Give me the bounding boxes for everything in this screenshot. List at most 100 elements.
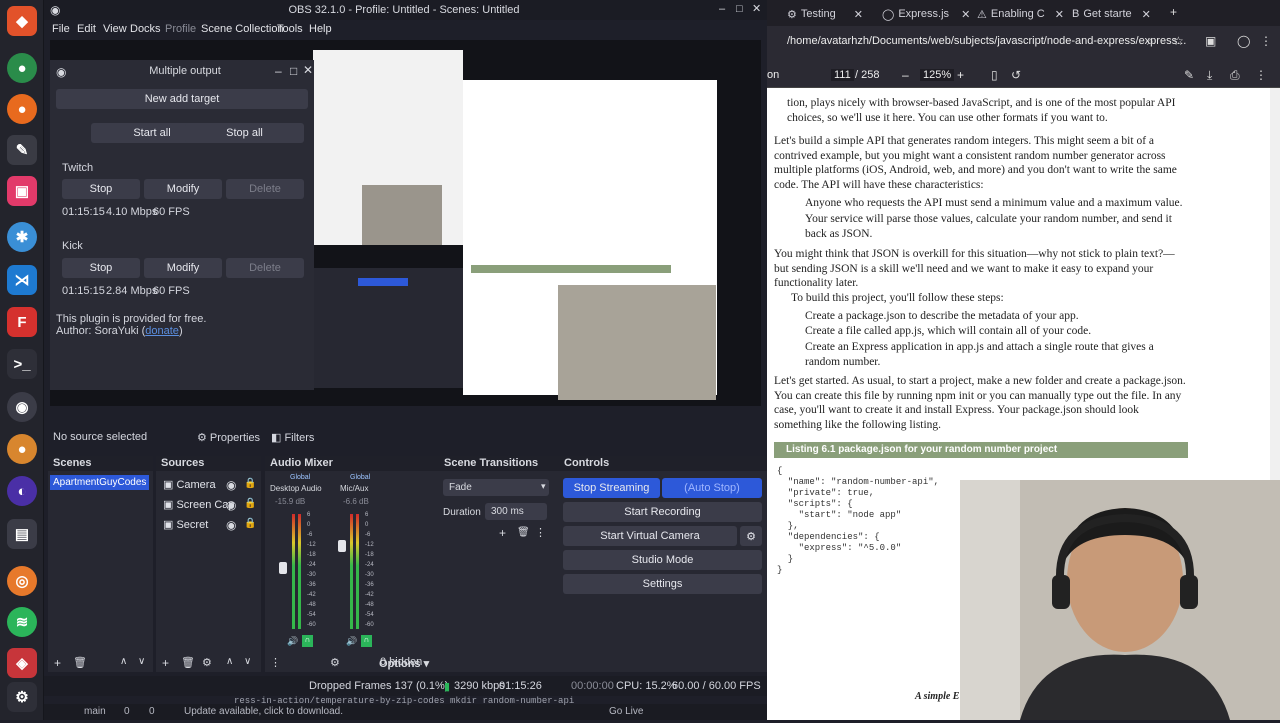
menu-edit[interactable]: Edit: [77, 23, 96, 35]
filters-button[interactable]: ◧ Filters: [271, 431, 314, 444]
gimp-icon[interactable]: ✎: [7, 135, 37, 165]
menu-view[interactable]: View: [103, 23, 127, 35]
bookmark-icon[interactable]: ☆: [1173, 34, 1184, 48]
panel-maximize-icon[interactable]: □: [290, 64, 297, 78]
warning-count[interactable]: 0: [149, 706, 155, 717]
move-up-icon[interactable]: ∧: [120, 656, 127, 667]
virtual-camera-settings-icon[interactable]: ⚙: [740, 526, 762, 546]
speaker-icon[interactable]: 🔊: [346, 636, 357, 647]
settings-icon[interactable]: ✱: [7, 222, 37, 252]
scene-item[interactable]: ApartmentGuyCodes: [50, 475, 149, 490]
tab[interactable]: ⚠ Enabling C ✕: [977, 4, 1064, 24]
fit-page-icon[interactable]: ▯: [991, 68, 998, 82]
remove-transition-icon[interactable]: 🗑: [517, 527, 530, 538]
lock-icon[interactable]: 🔒: [244, 498, 256, 509]
visibility-eye-icon[interactable]: ◉: [226, 498, 236, 512]
new-target-button[interactable]: New add target: [56, 89, 308, 109]
account-icon[interactable]: ◯: [1237, 34, 1250, 48]
delete-button[interactable]: Delete: [226, 179, 304, 199]
zoom-in-icon[interactable]: +: [957, 68, 964, 82]
browser-icon[interactable]: ◐: [7, 476, 37, 506]
mixer-settings-icon[interactable]: ⚙: [330, 656, 340, 669]
office-icon[interactable]: F: [7, 307, 37, 337]
add-source-icon[interactable]: +: [162, 656, 169, 670]
new-tab-icon[interactable]: +: [1170, 5, 1177, 19]
modify-button[interactable]: Modify: [144, 179, 222, 199]
stop-streaming-button[interactable]: Stop Streaming: [563, 478, 660, 498]
menu-icon[interactable]: ⋮: [1260, 34, 1272, 48]
update-notice[interactable]: Update available, click to download.: [184, 706, 343, 717]
url-text[interactable]: /home/avatarhzh/Documents/web/subjects/j…: [787, 35, 1186, 47]
panel-minimize-icon[interactable]: –: [275, 64, 282, 78]
lock-icon[interactable]: 🔒: [244, 518, 256, 529]
headphones-icon[interactable]: ∩: [302, 635, 313, 647]
blender-icon[interactable]: ◎: [7, 566, 37, 596]
print-icon[interactable]: ⎙: [1230, 68, 1240, 83]
lock-icon[interactable]: 🔒: [244, 478, 256, 489]
menu-scene-collection[interactable]: Scene Collection: [201, 23, 284, 35]
move-down-icon[interactable]: ∨: [138, 656, 145, 667]
auto-stop-button[interactable]: (Auto Stop): [662, 478, 762, 498]
add-transition-icon[interactable]: +: [499, 526, 506, 540]
go-live[interactable]: Go Live: [609, 706, 643, 717]
app-icon[interactable]: ▣: [7, 176, 37, 206]
remove-scene-icon[interactable]: 🗑: [73, 656, 87, 669]
start-recording-button[interactable]: Start Recording: [563, 502, 762, 522]
source-down-icon[interactable]: ∨: [244, 656, 251, 667]
files-icon[interactable]: ▤: [7, 519, 37, 549]
delete-button[interactable]: Delete: [226, 258, 304, 278]
stop-all-button[interactable]: Stop all: [185, 123, 304, 143]
extensions-icon[interactable]: ▣: [1205, 34, 1216, 48]
menu-tools[interactable]: Tools: [277, 23, 303, 35]
minimize-icon[interactable]: –: [719, 3, 725, 15]
add-scene-icon[interactable]: +: [54, 656, 61, 670]
volume-slider[interactable]: [338, 540, 346, 552]
menu-file[interactable]: File: [52, 23, 70, 35]
eye-app-icon[interactable]: ◈: [7, 648, 37, 678]
options-button[interactable]: Options ▾: [379, 657, 429, 670]
system-settings-icon[interactable]: ⚙: [7, 682, 37, 712]
speaker-icon[interactable]: 🔊: [287, 636, 298, 647]
obs-icon[interactable]: ◉: [7, 392, 37, 422]
menu-docks[interactable]: Docks: [130, 23, 161, 35]
tab[interactable]: ◯ Express.js ✕: [882, 4, 970, 24]
modify-button[interactable]: Modify: [144, 258, 222, 278]
donate-link[interactable]: donate: [145, 325, 179, 337]
more-icon[interactable]: ⋮: [1255, 68, 1267, 82]
maximize-icon[interactable]: □: [736, 3, 743, 15]
zoom-level[interactable]: 125%: [920, 69, 955, 81]
source-item[interactable]: ▣ Screen Cap: [163, 498, 235, 511]
mixer-menu-icon[interactable]: ⋮: [270, 656, 281, 669]
source-item[interactable]: ▣ Camera: [163, 478, 216, 491]
firefox-icon[interactable]: ●: [7, 94, 37, 124]
close-icon[interactable]: ✕: [752, 2, 761, 15]
panel-close-icon[interactable]: ✕: [303, 63, 313, 77]
visibility-eye-icon[interactable]: ◉: [226, 518, 236, 532]
channel-name[interactable]: Desktop Audio: [270, 484, 322, 493]
stop-button[interactable]: Stop: [62, 179, 140, 199]
remove-source-icon[interactable]: 🗑: [181, 656, 195, 669]
tab[interactable]: B Get starte ✕: [1072, 4, 1151, 24]
stop-button[interactable]: Stop: [62, 258, 140, 278]
volume-slider[interactable]: [279, 562, 287, 574]
source-properties-icon[interactable]: ⚙: [202, 656, 212, 669]
branch[interactable]: main: [84, 706, 106, 717]
duration-input[interactable]: 300 ms: [485, 503, 547, 520]
rotate-icon[interactable]: ↺: [1011, 68, 1021, 82]
error-count[interactable]: 0: [124, 706, 130, 717]
channel-name[interactable]: Mic/Aux: [340, 484, 368, 493]
source-item[interactable]: ▣ Secret: [163, 518, 208, 531]
brave-icon[interactable]: ◆: [7, 6, 37, 36]
properties-button[interactable]: ⚙ Properties: [197, 431, 260, 444]
vscode-icon[interactable]: ⋊: [7, 265, 37, 295]
transition-menu-icon[interactable]: ⋮: [535, 526, 546, 539]
headphones-icon[interactable]: ∩: [361, 635, 372, 647]
menu-help[interactable]: Help: [309, 23, 332, 35]
dog-app-icon[interactable]: ●: [7, 434, 37, 464]
menu-profile[interactable]: Profile: [165, 23, 196, 35]
spotify-icon[interactable]: ≋: [7, 607, 37, 637]
page-input[interactable]: 111: [831, 69, 854, 81]
zoom-out-icon[interactable]: –: [902, 68, 909, 82]
annotate-icon[interactable]: ✎: [1184, 68, 1194, 82]
source-up-icon[interactable]: ∧: [226, 656, 233, 667]
